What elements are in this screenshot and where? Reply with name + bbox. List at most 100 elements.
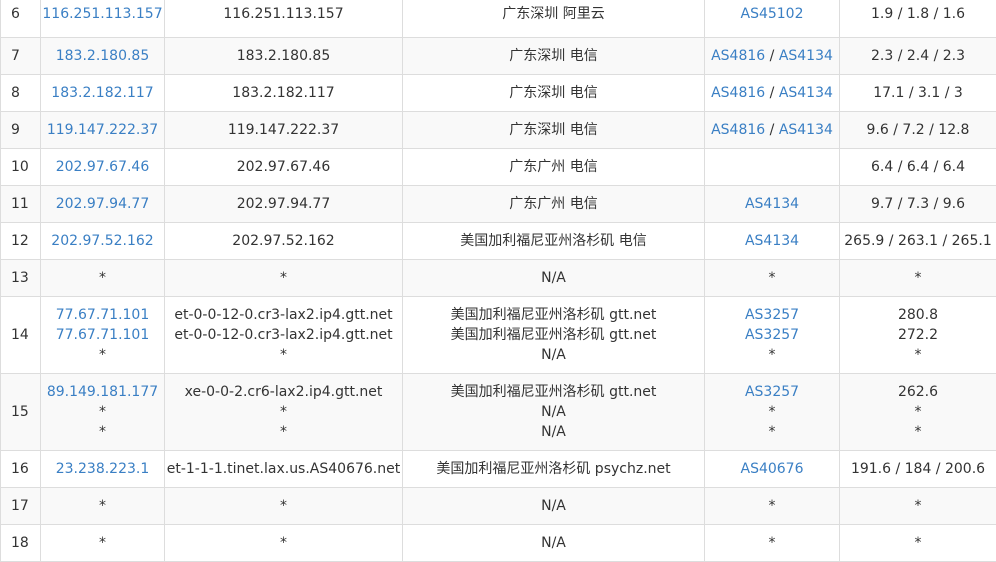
- table-row: 10202.97.67.46202.97.67.46广东广州 电信6.4 / 6…: [1, 149, 996, 186]
- ip-cell: *: [41, 525, 165, 562]
- asn-line: *: [705, 402, 839, 422]
- asn-line: AS3257: [705, 325, 839, 345]
- asn-link[interactable]: AS4816: [711, 85, 765, 101]
- asn-link[interactable]: AS4134: [745, 196, 799, 212]
- hostname-cell: *: [165, 488, 403, 525]
- ip-cell: 202.97.67.46: [41, 149, 165, 186]
- hop-number: 7: [11, 48, 20, 64]
- asn-link[interactable]: AS3257: [745, 307, 799, 323]
- hostname: 202.97.52.162: [165, 231, 402, 251]
- asn-link[interactable]: AS4134: [745, 233, 799, 249]
- location: 广东深圳 电信: [403, 120, 704, 140]
- hop-number-cell: 9: [1, 112, 41, 149]
- location-cell: 美国加利福尼亚州洛杉矶 psychz.net: [403, 451, 705, 488]
- ip-address: *: [41, 422, 164, 442]
- asn-line: [705, 157, 839, 177]
- location-cell: 广东深圳 电信: [403, 75, 705, 112]
- asn-link[interactable]: AS45102: [741, 6, 804, 22]
- hostname: 202.97.67.46: [165, 157, 402, 177]
- ip-address-link[interactable]: 183.2.180.85: [56, 48, 150, 64]
- ip-address-link[interactable]: 77.67.71.101: [56, 307, 150, 323]
- ip-address-link[interactable]: 89.149.181.177: [47, 384, 158, 400]
- hop-number: 8: [11, 85, 20, 101]
- ip-address-link[interactable]: 202.97.67.46: [56, 159, 150, 175]
- hop-number: 18: [11, 535, 29, 551]
- latency: 280.8: [840, 305, 996, 325]
- hop-number-cell: 14: [1, 297, 41, 374]
- ip-address-line: 116.251.113.157: [41, 4, 164, 24]
- latency: 191.6 / 184 / 200.6: [840, 459, 996, 479]
- hostname: *: [165, 345, 402, 365]
- asn-link[interactable]: AS3257: [745, 327, 799, 343]
- asn-cell: AS4134: [705, 186, 840, 223]
- latency-cell: 9.7 / 7.3 / 9.6: [840, 186, 996, 223]
- latency: 6.4 / 6.4 / 6.4: [840, 157, 996, 177]
- location: 美国加利福尼亚州洛杉矶 gtt.net: [403, 325, 704, 345]
- asn-separator: /: [765, 48, 779, 64]
- hostname: et-0-0-12-0.cr3-lax2.ip4.gtt.net: [165, 325, 402, 345]
- ip-cell: 183.2.180.85: [41, 38, 165, 75]
- ip-address-link[interactable]: 77.67.71.101: [56, 327, 150, 343]
- hostname: et-0-0-12-0.cr3-lax2.ip4.gtt.net: [165, 305, 402, 325]
- latency-cell: *: [840, 525, 996, 562]
- latency: *: [840, 402, 996, 422]
- ip-cell: 202.97.52.162: [41, 223, 165, 260]
- location: N/A: [403, 268, 704, 288]
- ip-address-line: 183.2.182.117: [41, 83, 164, 103]
- hostname: *: [165, 422, 402, 442]
- latency-cell: *: [840, 260, 996, 297]
- asn-cell: AS3257 AS3257 *: [705, 297, 840, 374]
- ip-address-link[interactable]: 119.147.222.37: [47, 122, 158, 138]
- asn-link[interactable]: AS40676: [741, 461, 804, 477]
- hostname-cell: et-1-1-1.tinet.lax.us.AS40676.net: [165, 451, 403, 488]
- latency: *: [840, 422, 996, 442]
- location-cell: 美国加利福尼亚州洛杉矶 gtt.netN/AN/A: [403, 374, 705, 451]
- asn-cell: AS3257 * *: [705, 374, 840, 451]
- hop-number: 16: [11, 461, 29, 477]
- asn-cell: AS40676: [705, 451, 840, 488]
- location-cell: 美国加利福尼亚州洛杉矶 gtt.net美国加利福尼亚州洛杉矶 gtt.netN/…: [403, 297, 705, 374]
- hostname-cell: xe-0-0-2.cr6-lax2.ip4.gtt.net**: [165, 374, 403, 451]
- asn-link[interactable]: AS4134: [779, 48, 833, 64]
- ip-cell: 183.2.182.117: [41, 75, 165, 112]
- latency-cell: 262.6**: [840, 374, 996, 451]
- ip-address-link[interactable]: 202.97.94.77: [56, 196, 150, 212]
- asn-line: AS4816 / AS4134: [705, 120, 839, 140]
- asn-link[interactable]: AS4816: [711, 122, 765, 138]
- hostname-cell: *: [165, 260, 403, 297]
- hostname-cell: 183.2.180.85: [165, 38, 403, 75]
- ip-address-link[interactable]: 183.2.182.117: [51, 85, 153, 101]
- asn-value: *: [769, 404, 776, 420]
- ip-cell: 116.251.113.157: [41, 0, 165, 38]
- asn-line: *: [705, 422, 839, 442]
- asn-line: AS4134: [705, 231, 839, 251]
- hop-number: 12: [11, 233, 29, 249]
- asn-link[interactable]: AS4816: [711, 48, 765, 64]
- asn-line: AS45102: [705, 4, 839, 24]
- hop-number-cell: 10: [1, 149, 41, 186]
- table-row: 13**N/A**: [1, 260, 996, 297]
- asn-value: *: [769, 347, 776, 363]
- ip-address-link[interactable]: 202.97.52.162: [51, 233, 153, 249]
- hostname: 116.251.113.157: [165, 4, 402, 24]
- latency: 262.6: [840, 382, 996, 402]
- latency: *: [840, 533, 996, 553]
- asn-separator: /: [765, 122, 779, 138]
- asn-cell: AS45102: [705, 0, 840, 38]
- latency: *: [840, 496, 996, 516]
- asn-link[interactable]: AS3257: [745, 384, 799, 400]
- latency: 2.3 / 2.4 / 2.3: [840, 46, 996, 66]
- asn-value: *: [769, 424, 776, 440]
- ip-address-link[interactable]: 23.238.223.1: [56, 461, 150, 477]
- hop-number-cell: 6: [1, 0, 41, 38]
- location: 美国加利福尼亚州洛杉矶 电信: [403, 231, 704, 251]
- table-row: 6116.251.113.157116.251.113.157广东深圳 阿里云A…: [1, 0, 996, 38]
- ip-address-link[interactable]: 116.251.113.157: [42, 6, 162, 22]
- ip-address-line: 77.67.71.101: [41, 305, 164, 325]
- asn-value: *: [769, 498, 776, 514]
- asn-link[interactable]: AS4134: [779, 122, 833, 138]
- hop-number: 10: [11, 159, 29, 175]
- location-cell: N/A: [403, 488, 705, 525]
- table-row: 18**N/A**: [1, 525, 996, 562]
- asn-link[interactable]: AS4134: [779, 85, 833, 101]
